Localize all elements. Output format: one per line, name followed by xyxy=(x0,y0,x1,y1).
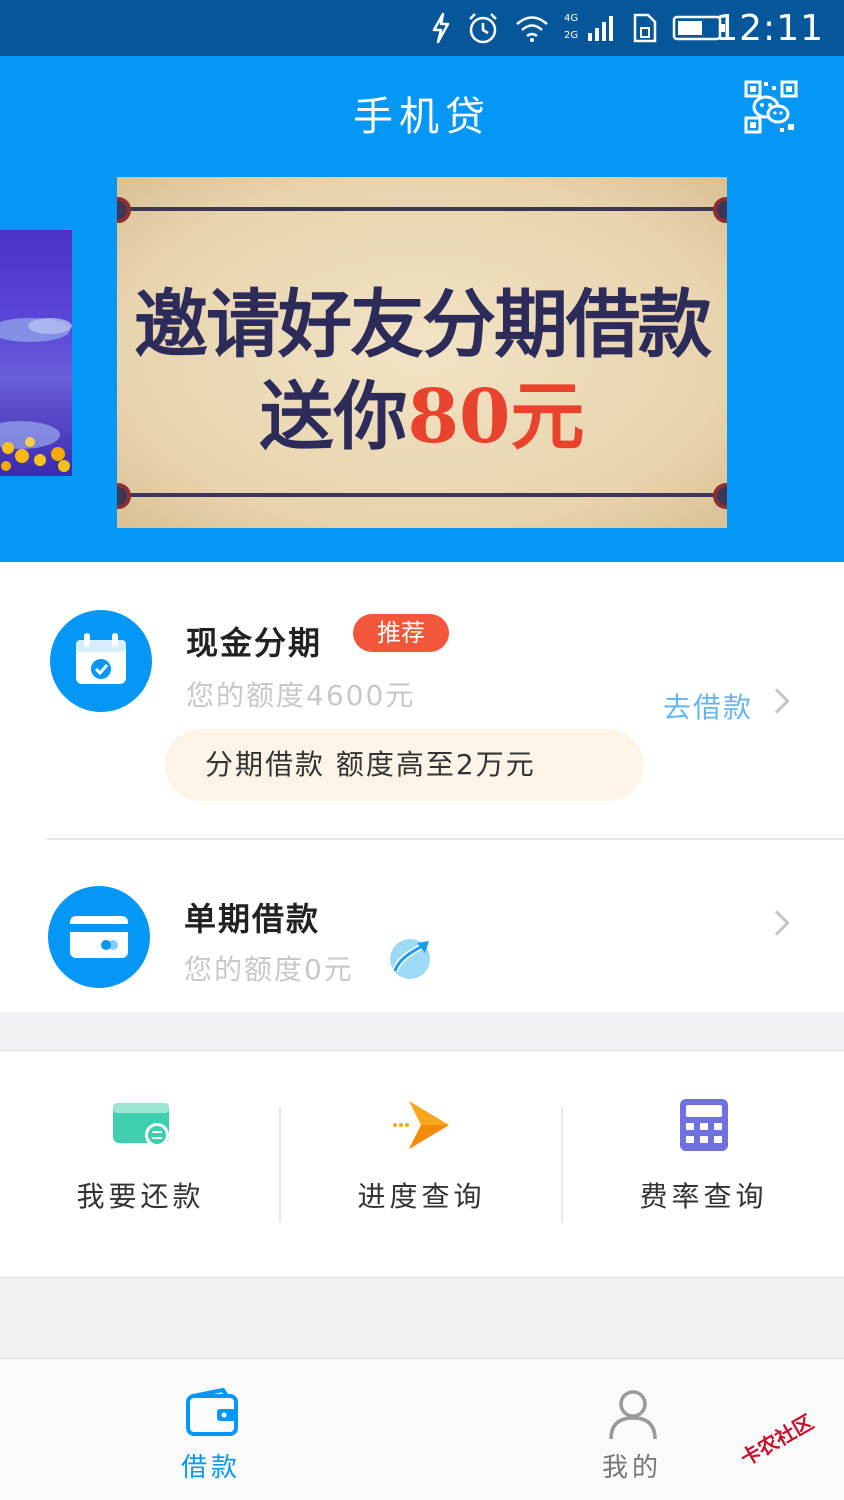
product-cash-installment[interactable]: 现金分期 推荐 您的额度4600元 去借款 分期借款 额度高至2万元 xyxy=(0,562,844,838)
product-title: 现金分期 xyxy=(186,624,323,662)
banner-subline: 送你80元 xyxy=(117,357,727,464)
promo-banner[interactable]: 邀请好友分期借款 送你80元 xyxy=(117,177,727,528)
wallet-icon xyxy=(186,1387,238,1436)
paper-plane-icon xyxy=(393,1101,449,1149)
banner-corner-dot xyxy=(713,483,727,509)
trend-up-icon xyxy=(390,939,430,979)
nav-label: 借款 xyxy=(180,1453,241,1483)
alarm-icon xyxy=(469,13,497,44)
chevron-right-icon xyxy=(764,910,790,936)
sim-icon xyxy=(633,13,657,43)
action-label: 费率查询 xyxy=(639,1180,768,1213)
action-rate[interactable]: 费率查询 xyxy=(563,1051,844,1279)
product-single-loan[interactable]: 单期借款 您的额度0元 xyxy=(0,840,844,1012)
action-label: 我要还款 xyxy=(76,1180,205,1213)
side-banner-image[interactable] xyxy=(0,230,72,476)
wifi-icon xyxy=(516,16,548,42)
action-label: 进度查询 xyxy=(357,1180,486,1213)
app-title: 手机贷 xyxy=(353,94,491,140)
recommend-badge: 推荐 xyxy=(353,614,449,652)
action-progress[interactable]: 进度查询 xyxy=(281,1051,562,1279)
nav-tab-mine[interactable]: 我的 xyxy=(562,1359,702,1500)
banner-bottom-rule xyxy=(127,493,717,497)
network-label-top: 4G xyxy=(564,13,579,24)
product-title: 单期借款 xyxy=(184,900,321,938)
promo-pill: 分期借款 额度高至2万元 xyxy=(165,729,644,801)
charging-icon xyxy=(432,12,450,44)
banner-amount: 80元 xyxy=(407,374,585,460)
nav-label: 我的 xyxy=(601,1453,662,1483)
status-bar: 4G 2G 12:11 xyxy=(0,0,844,56)
loan-products: 现金分期 推荐 您的额度4600元 去借款 分期借款 额度高至2万元 单期借款 … xyxy=(0,562,844,1012)
quick-actions: 我要还款 进度查询 费率查询 xyxy=(0,1050,844,1278)
nav-tab-loan[interactable]: 借款 xyxy=(141,1359,281,1500)
chevron-right-icon xyxy=(764,688,790,714)
banner-corner-dot xyxy=(117,483,131,509)
calculator-icon xyxy=(680,1099,728,1151)
header: 手机贷 邀请好友分期借款 送你80元 xyxy=(0,56,844,562)
borrow-link[interactable]: 去借款 xyxy=(663,686,753,726)
credit-limit: 您的额度0元 xyxy=(184,953,354,986)
network-label-bottom: 2G xyxy=(564,30,579,41)
banner-subline-prefix: 送你 xyxy=(259,374,408,460)
banner-headline: 邀请好友分期借款 xyxy=(134,282,712,368)
signal-icon: 4G 2G xyxy=(564,11,618,45)
calendar-check-icon xyxy=(50,610,152,712)
banner-corner-dot xyxy=(117,197,131,223)
status-time: 12:11 xyxy=(715,8,824,49)
credit-limit: 您的额度4600元 xyxy=(186,679,416,712)
banner-corner-dot xyxy=(713,197,727,223)
repay-card-icon xyxy=(113,1103,169,1147)
banner-top-rule xyxy=(127,207,717,211)
action-repay[interactable]: 我要还款 xyxy=(0,1051,281,1279)
bottom-nav: 借款 我的 xyxy=(0,1358,844,1500)
card-icon xyxy=(48,886,150,988)
wechat-qr-icon[interactable] xyxy=(744,80,798,134)
user-icon xyxy=(609,1390,657,1440)
status-icons: 4G 2G xyxy=(430,10,726,46)
